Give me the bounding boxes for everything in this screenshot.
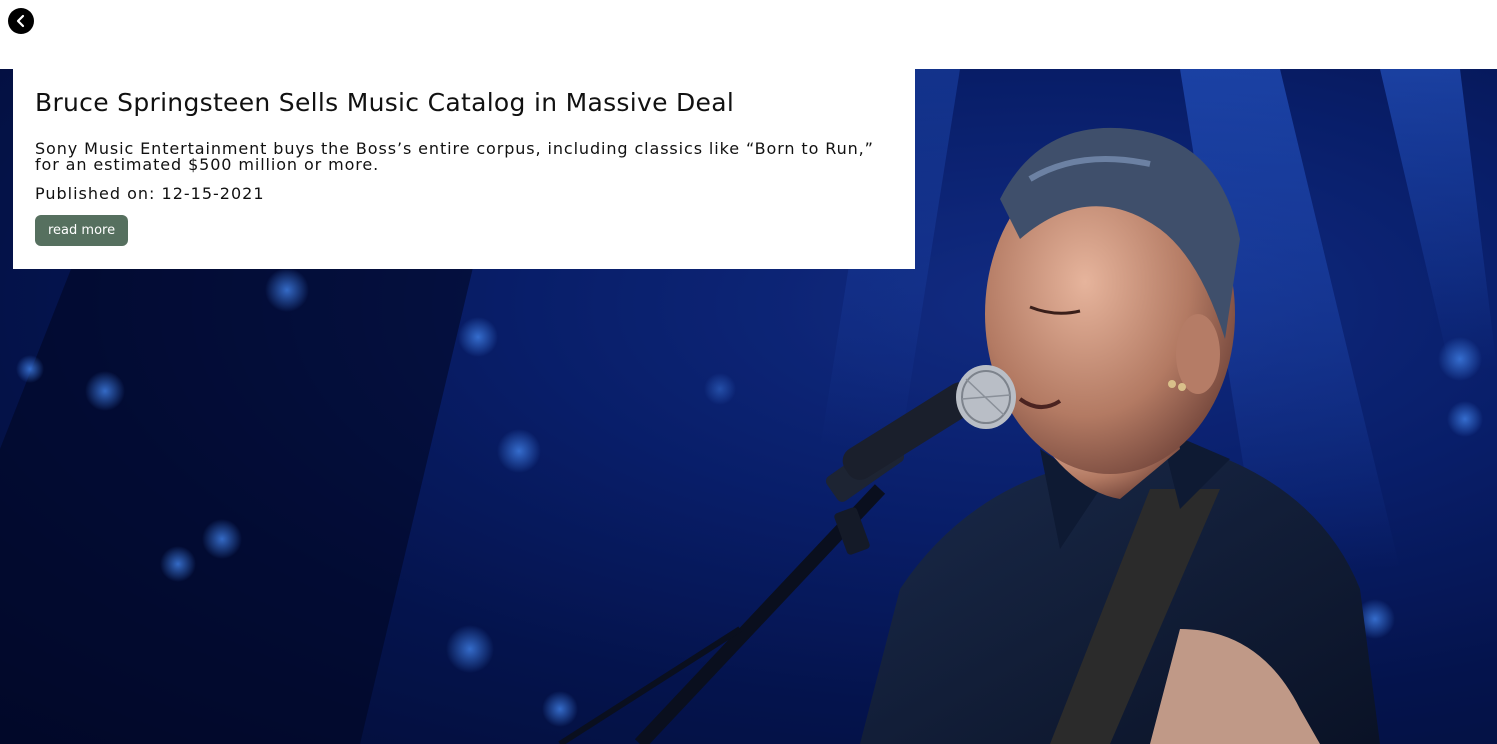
- chevron-left-icon: [16, 14, 25, 28]
- article-headline: Bruce Springsteen Sells Music Catalog in…: [35, 88, 735, 117]
- page: Bruce Springsteen Sells Music Catalog in…: [0, 0, 1497, 744]
- back-button[interactable]: [8, 8, 34, 34]
- published-date-value: 12-15-2021: [161, 184, 265, 203]
- article-summary: Sony Music Entertainment buys the Boss’s…: [35, 139, 874, 174]
- published-label: Published on:: [35, 184, 156, 203]
- article-card: Bruce Springsteen Sells Music Catalog in…: [13, 69, 915, 269]
- read-more-button[interactable]: read more: [35, 215, 129, 246]
- published-date: Published on: 12-15-2021: [35, 185, 893, 203]
